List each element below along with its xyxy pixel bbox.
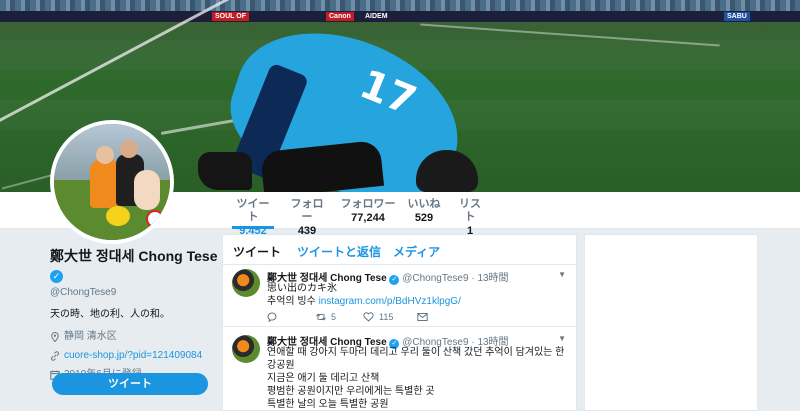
tweet-to-button[interactable]: ツイート (52, 373, 208, 395)
tweet-timestamp[interactable]: 13時間 (477, 273, 508, 284)
nav-tweets[interactable]: ツイート 9,452 (232, 198, 274, 237)
avatar-face (96, 146, 114, 164)
nav-label: フォロワー (340, 198, 396, 210)
avatar-face (120, 140, 138, 158)
chevron-down-icon[interactable]: ▼ (558, 334, 566, 343)
tweet-link[interactable]: instagram.com/p/BdHVz1klpgG/ (319, 296, 461, 307)
nav-label: いいね (407, 198, 441, 210)
profile-location: 静岡 清水区 (50, 330, 220, 344)
nav-likes[interactable]: いいね 529 (406, 198, 442, 225)
nav-followers[interactable]: フォロワー 77,244 (340, 198, 396, 225)
nav-count: 77,244 (351, 212, 385, 224)
location-pin-icon (51, 332, 59, 342)
ad-board: SABU (724, 12, 750, 21)
timeline-tabs: ツイート ツイートと返信 メディア (223, 235, 576, 265)
tweet-text-line: 연애할 때 강아지 두마리 데리고 우리 둘이 산책 갔던 추억이 담겨있는 한 (267, 347, 565, 358)
profile-bio: 天の時、地の利、人の和。 (50, 309, 170, 320)
retweet-count: 5 (331, 312, 337, 322)
verified-badge-icon: ✓ (389, 275, 400, 285)
avatar-person (134, 170, 160, 210)
timeline: ツイート ツイートと返信 メディア 鄭大世 정대세 Chong Tese ✓ @… (222, 234, 577, 411)
location-text: 静岡 清水区 (64, 331, 117, 342)
tweet-item[interactable]: 鄭大世 정대세 Chong Tese ✓ @ChongTese9 · 13時間 … (223, 265, 576, 327)
profile-website: cuore-shop.jp/?pid=121409084 (50, 349, 220, 363)
advertising-boards (0, 11, 800, 22)
avatar-toy (106, 206, 130, 226)
retweet-icon[interactable] (315, 312, 327, 322)
tweet-text-line: 思い出のカキ氷 (267, 283, 337, 294)
tab-media[interactable]: メディア (393, 243, 440, 260)
nav-label: リスト (459, 198, 481, 223)
nav-label: ツイート (236, 198, 270, 223)
ad-board: AIDEM (362, 12, 391, 21)
avatar-ball (146, 210, 164, 228)
nav-count: 529 (414, 212, 434, 224)
verified-badge-icon: ✓ (50, 270, 63, 283)
chevron-down-icon[interactable]: ▼ (558, 270, 566, 279)
ad-board: Canon (326, 12, 354, 21)
tab-tweets-and-replies[interactable]: ツイートと返信 (297, 243, 381, 260)
tweet-actions: 5 115 (267, 312, 567, 324)
tweet-text-line: 평범한 공원이지만 우리에게는 특별한 곳 (267, 386, 435, 397)
direct-message-icon[interactable] (417, 312, 428, 322)
tweet-text-fragment: 추억의 빙수 (267, 296, 319, 307)
nav-label: フォロー (290, 198, 324, 223)
tweet-text-line: 추억의 빙수 instagram.com/p/BdHVz1klpgG/ (267, 295, 461, 308)
right-sidebar-card (584, 234, 758, 411)
tweet-author-handle[interactable]: @ChongTese9 (402, 273, 468, 284)
like-count: 115 (379, 312, 394, 322)
tweet-author-avatar[interactable] (232, 269, 260, 297)
ad-board: SOUL OF (212, 12, 249, 21)
link-icon (51, 351, 59, 361)
separator-dot: · (471, 273, 475, 284)
heart-icon[interactable] (363, 312, 374, 322)
tweet-text-line: 특별한 날의 오늘 특별한 공원 (267, 399, 389, 410)
reply-icon[interactable] (267, 312, 278, 322)
profile-name[interactable]: 鄭大世 정대세 Chong Tese (50, 246, 220, 266)
tweet-text-line: 강공원 (267, 360, 295, 371)
profile-avatar[interactable] (50, 120, 174, 244)
profile-card: 鄭大世 정대세 Chong Tese ✓ @ChongTese9 天の時、地の利… (50, 246, 220, 382)
nav-lists[interactable]: リスト 1 (454, 198, 486, 238)
profile-handle[interactable]: @ChongTese9 (50, 286, 220, 300)
player-shoe (198, 152, 252, 190)
tweet-author-avatar[interactable] (232, 335, 260, 363)
website-link[interactable]: cuore-shop.jp/?pid=121409084 (64, 349, 202, 363)
tweet-item[interactable]: 鄭大世 정대세 Chong Tese ✓ @ChongTese9 · 13時間 … (223, 327, 576, 411)
tweet-text-line: 지금은 애기 둘 데리고 산책 (267, 373, 380, 384)
nav-following[interactable]: フォロー 439 (286, 198, 328, 238)
tab-tweets[interactable]: ツイート (233, 243, 281, 260)
